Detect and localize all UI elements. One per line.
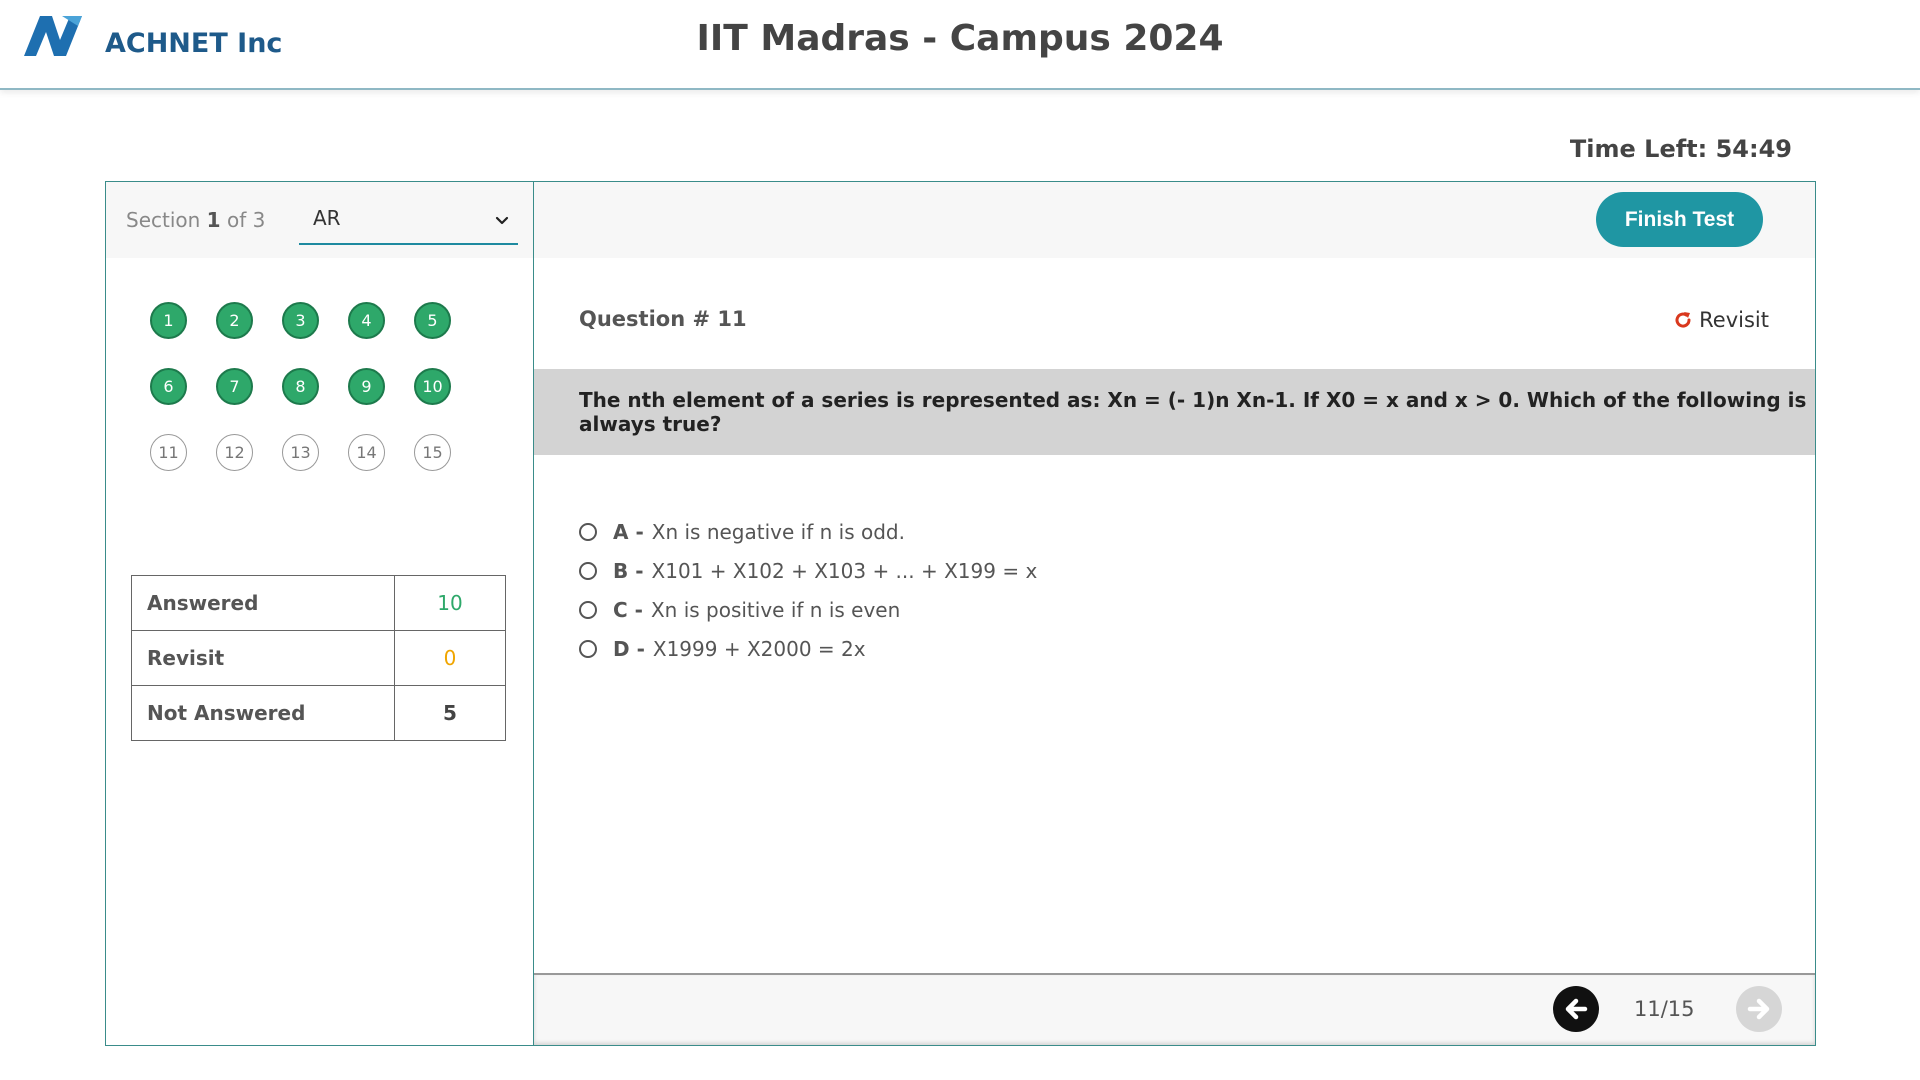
question-top-bar: Finish Test bbox=[534, 182, 1815, 258]
option-letter: A - bbox=[613, 519, 644, 544]
question-bubble-2[interactable]: 2 bbox=[216, 302, 253, 339]
option-c[interactable]: C - Xn is positive if n is even bbox=[579, 590, 1037, 629]
question-bubble-14[interactable]: 14 bbox=[348, 434, 385, 471]
option-b[interactable]: B - X101 + X102 + X103 + ... + X199 = x bbox=[579, 551, 1037, 590]
navigation-bar: 11/15 bbox=[534, 973, 1815, 1045]
section-current: 1 bbox=[206, 208, 221, 232]
section-prefix: Section bbox=[126, 208, 201, 232]
question-bubble-11[interactable]: 11 bbox=[150, 434, 187, 471]
question-bubble-3[interactable]: 3 bbox=[282, 302, 319, 339]
test-container: Section 1 of 3 AR 1 2 3 4 5 6 7 8 9 10 11 12 13 14 15 … bbox=[105, 181, 1816, 1046]
option-d[interactable]: D - X1999 + X2000 = 2x bbox=[579, 629, 1037, 668]
option-text: Xn is negative if n is odd. bbox=[651, 519, 905, 544]
arrow-right-icon bbox=[1747, 998, 1770, 1020]
stats-row-not-answered: Not Answered 5 bbox=[131, 685, 506, 741]
page-title: IIT Madras - Campus 2024 bbox=[696, 18, 1224, 59]
answered-label: Answered bbox=[131, 575, 395, 631]
question-bubble-8[interactable]: 8 bbox=[282, 368, 319, 405]
finish-test-button[interactable]: Finish Test bbox=[1596, 192, 1763, 247]
question-number: Question # 11 bbox=[579, 307, 747, 331]
option-letter: D - bbox=[613, 636, 645, 661]
revisit-label: Revisit bbox=[1699, 308, 1769, 332]
question-text: The nth element of a series is represent… bbox=[579, 388, 1807, 436]
section-dropdown[interactable]: AR bbox=[299, 200, 518, 245]
revisit-count: 0 bbox=[394, 630, 506, 686]
question-bubble-1[interactable]: 1 bbox=[150, 302, 187, 339]
question-bubble-5[interactable]: 5 bbox=[414, 302, 451, 339]
option-text: X101 + X102 + X103 + ... + X199 = x bbox=[651, 558, 1038, 583]
option-text: X1999 + X2000 = 2x bbox=[652, 636, 866, 661]
stats-row-answered: Answered 10 bbox=[131, 575, 506, 631]
question-palette-panel: Section 1 of 3 AR 1 2 3 4 5 6 7 8 9 10 11 12 13 14 15 … bbox=[106, 182, 534, 1045]
question-bubble-7[interactable]: 7 bbox=[216, 368, 253, 405]
option-radio[interactable] bbox=[579, 639, 597, 658]
time-left: Time Left: 54:49 bbox=[1569, 135, 1792, 163]
section-indicator: Section 1 of 3 bbox=[126, 208, 265, 232]
section-bar: Section 1 of 3 AR bbox=[106, 182, 533, 258]
next-question-button[interactable] bbox=[1736, 986, 1782, 1032]
option-radio[interactable] bbox=[579, 600, 597, 619]
question-bubble-4[interactable]: 4 bbox=[348, 302, 385, 339]
previous-question-button[interactable] bbox=[1553, 986, 1599, 1032]
section-suffix: of 3 bbox=[226, 208, 266, 232]
question-text-bar: The nth element of a series is represent… bbox=[534, 369, 1815, 455]
app-header: ACHNET Inc IIT Madras - Campus 2024 bbox=[0, 0, 1920, 90]
question-panel: Finish Test Question # 11 Revisit The nt… bbox=[534, 182, 1815, 1045]
chevron-down-icon bbox=[495, 216, 509, 225]
section-dropdown-value: AR bbox=[313, 206, 341, 230]
question-bubble-10[interactable]: 10 bbox=[414, 368, 451, 405]
option-radio[interactable] bbox=[579, 522, 597, 541]
question-bubble-12[interactable]: 12 bbox=[216, 434, 253, 471]
option-text: Xn is positive if n is even bbox=[650, 597, 901, 622]
revisit-button[interactable]: Revisit bbox=[1673, 308, 1769, 332]
option-letter: B - bbox=[613, 558, 644, 583]
revisit-label: Revisit bbox=[131, 630, 395, 686]
arrow-left-icon bbox=[1565, 998, 1588, 1020]
not-answered-label: Not Answered bbox=[131, 685, 395, 741]
not-answered-count: 5 bbox=[394, 685, 506, 741]
question-bubble-15[interactable]: 15 bbox=[414, 434, 451, 471]
refresh-icon bbox=[1675, 312, 1691, 328]
answer-options: A - Xn is negative if n is odd. B - X101 + … bbox=[579, 512, 1037, 668]
option-radio[interactable] bbox=[579, 561, 597, 580]
option-letter: C - bbox=[613, 597, 643, 622]
question-bubble-13[interactable]: 13 bbox=[282, 434, 319, 471]
stats-row-revisit: Revisit 0 bbox=[131, 630, 506, 686]
question-bubble-6[interactable]: 6 bbox=[150, 368, 187, 405]
option-a[interactable]: A - Xn is negative if n is odd. bbox=[579, 512, 1037, 551]
stats-table: Answered 10 Revisit 0 Not Answered 5 bbox=[131, 575, 506, 741]
answered-count: 10 bbox=[394, 575, 506, 631]
page-counter: 11/15 bbox=[1634, 997, 1695, 1021]
question-bubble-9[interactable]: 9 bbox=[348, 368, 385, 405]
